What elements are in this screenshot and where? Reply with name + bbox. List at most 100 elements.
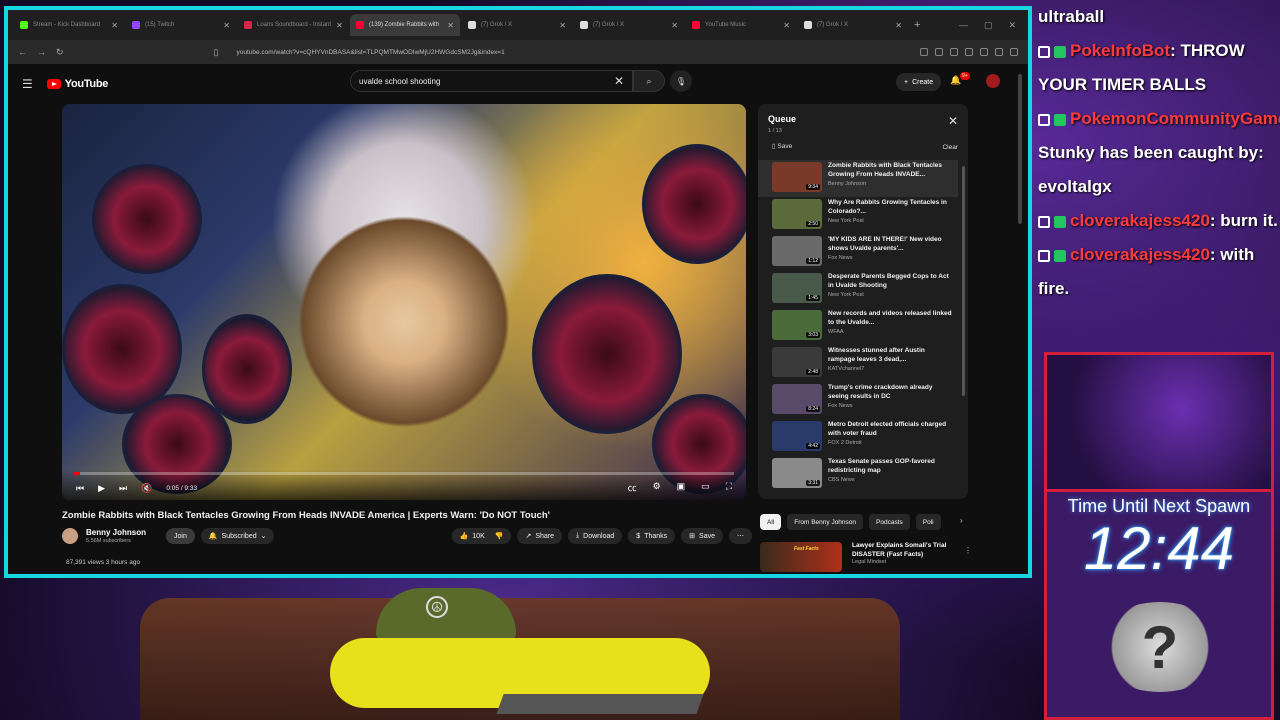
- subscribed-button[interactable]: 🔔 Subscribed ⌄: [200, 528, 275, 544]
- url-field[interactable]: youtube.com/watch?v=cQHYVnDBASA&list=TLP…: [237, 49, 911, 56]
- queue-save-button[interactable]: ▯ Save: [772, 142, 792, 150]
- extension-icon[interactable]: [935, 48, 943, 56]
- queue-item-text: Desperate Parents Begged Cops to Act in …: [828, 273, 952, 298]
- browser-tab[interactable]: (15) Twitch ✕: [126, 14, 236, 36]
- extension-icon[interactable]: [950, 48, 958, 56]
- filter-chip[interactable]: Poli: [915, 514, 941, 530]
- queue-scrollbar[interactable]: [962, 166, 965, 396]
- queue-item[interactable]: 3:31 Texas Senate passes GOP-favored redi…: [758, 456, 958, 493]
- page-scrollbar[interactable]: [1018, 74, 1022, 224]
- extension-icons: [920, 48, 1018, 56]
- browser-tab[interactable]: Loans Soundboard - Instant ✕: [238, 14, 348, 36]
- browser-tab[interactable]: (139) Zombie Rabbits with ✕: [350, 14, 460, 36]
- browser-tab[interactable]: (7) Grok / X ✕: [574, 14, 684, 36]
- search-button[interactable]: ⌕: [633, 70, 665, 92]
- channel-avatar[interactable]: [62, 528, 78, 544]
- related-video[interactable]: Fast Facts Lawyer Explains Somali's Tria…: [760, 542, 962, 572]
- browser-tab[interactable]: YouTube Music ✕: [686, 14, 796, 36]
- video-player[interactable]: ⏮ ▶ ⏭ 🔇 0:05 / 9:33 ㏄ ⚙ ▣ ▭ ⛶: [62, 104, 746, 500]
- chat-message: YOUR TIMER BALLS: [1036, 68, 1280, 102]
- close-queue-icon[interactable]: ✕: [948, 114, 958, 128]
- menu-icon[interactable]: [1010, 48, 1018, 56]
- queue-item-title: Trump's crime crackdown already seeing r…: [828, 384, 933, 400]
- browser-tab[interactable]: (7) Grok / X ✕: [462, 14, 572, 36]
- like-button[interactable]: 👍 10K 👎: [451, 528, 512, 544]
- tab-close-icon[interactable]: ✕: [447, 21, 454, 30]
- extension-icon[interactable]: [995, 48, 1003, 56]
- download-button[interactable]: ⤓ Download: [568, 528, 623, 544]
- tab-close-icon[interactable]: ✕: [895, 21, 902, 30]
- clear-search-icon[interactable]: ✕: [614, 74, 624, 88]
- previous-icon[interactable]: ⏮: [76, 483, 84, 494]
- queue-item[interactable]: 2:48 Witnesses stunned after Austin rampa…: [758, 345, 958, 382]
- settings-gear-icon[interactable]: ⚙: [653, 481, 661, 494]
- search-input[interactable]: uvalde school shooting ✕: [350, 70, 633, 92]
- extension-icon[interactable]: [980, 48, 988, 56]
- next-icon[interactable]: ⏭: [119, 483, 127, 494]
- chat-badge-icon: [1038, 215, 1050, 228]
- thumbs-down-icon[interactable]: 👎: [495, 532, 504, 540]
- thanks-button[interactable]: $ Thanks: [628, 528, 676, 544]
- save-button[interactable]: ⊞ Save: [681, 528, 723, 544]
- tab-close-icon[interactable]: ✕: [336, 21, 343, 30]
- chat-username[interactable]: PokeInfoBot: [1070, 41, 1170, 60]
- forward-icon[interactable]: →: [37, 47, 46, 57]
- share-button[interactable]: ↗ Share: [517, 528, 563, 544]
- bookmark-icon[interactable]: ▯: [214, 47, 219, 58]
- extension-icon[interactable]: [965, 48, 973, 56]
- chat-text: fire.: [1038, 279, 1070, 298]
- fullscreen-icon[interactable]: ⛶: [726, 481, 732, 494]
- maximize-icon[interactable]: ▢: [984, 20, 993, 31]
- queue-item[interactable]: 1:12 'MY KIDS ARE IN THERE!' New video sh…: [758, 234, 958, 271]
- queue-item[interactable]: 1:45 Desperate Parents Begged Cops to Act…: [758, 271, 958, 308]
- chat-username[interactable]: PokemonCommunityGame: [1070, 109, 1280, 128]
- chat-username[interactable]: cloverakajess420: [1070, 211, 1210, 230]
- close-window-icon[interactable]: ✕: [1008, 20, 1016, 31]
- tab-close-icon[interactable]: ✕: [671, 21, 678, 30]
- channel-name[interactable]: Benny Johnson: [86, 528, 146, 537]
- tab-close-icon[interactable]: ✕: [559, 21, 566, 30]
- theater-mode-icon[interactable]: ▭: [701, 481, 710, 494]
- browser-tab[interactable]: Stream - Kick Dashboard ✕: [14, 14, 124, 36]
- chat-username[interactable]: cloverakajess420: [1070, 245, 1210, 264]
- chat-message: PokeInfoBot: THROW: [1036, 34, 1280, 68]
- chip-next-icon[interactable]: ›: [960, 516, 963, 525]
- create-button[interactable]: + Create: [896, 73, 942, 91]
- back-icon[interactable]: ←: [18, 47, 27, 57]
- tab-close-icon[interactable]: ✕: [111, 21, 118, 30]
- queue-item[interactable]: 9:34 Zombie Rabbits with Black Tentacles …: [758, 160, 958, 197]
- queue-clear-button[interactable]: Clear: [942, 144, 958, 151]
- join-button[interactable]: Join: [166, 528, 195, 544]
- tab-close-icon[interactable]: ✕: [223, 21, 230, 30]
- filter-chip[interactable]: All: [760, 514, 782, 530]
- youtube-logo[interactable]: YouTube: [46, 78, 108, 90]
- voice-search-button[interactable]: 🎙: [670, 70, 692, 92]
- filter-chip[interactable]: From Benny Johnson: [787, 514, 864, 530]
- progress-bar[interactable]: [74, 472, 734, 475]
- queue-item-text: 'MY KIDS ARE IN THERE!' New video shows …: [828, 236, 952, 261]
- keyboard: [496, 694, 704, 714]
- browser-tab[interactable]: (7) Grok / X ✕: [798, 14, 908, 36]
- play-icon[interactable]: ▶: [98, 483, 105, 494]
- create-label: Create: [912, 78, 934, 86]
- channel-row: Benny Johnson 5.56M subscribers Join 🔔 Su…: [62, 524, 752, 548]
- reload-icon[interactable]: ↻: [56, 47, 64, 58]
- hamburger-menu-icon[interactable]: ☰: [22, 77, 33, 91]
- queue-item-title: Texas Senate passes GOP-favored redistri…: [828, 458, 935, 474]
- filter-chip[interactable]: Podcasts: [869, 514, 910, 530]
- new-tab-button[interactable]: +: [914, 19, 920, 31]
- queue-item[interactable]: 4:42 Metro Detroit elected officials char…: [758, 419, 958, 456]
- related-more-icon[interactable]: ⋮: [964, 546, 972, 555]
- account-avatar[interactable]: [986, 74, 1000, 88]
- tab-close-icon[interactable]: ✕: [783, 21, 790, 30]
- queue-item[interactable]: 2:50 Why Are Rabbits Growing Tentacles in…: [758, 197, 958, 234]
- extension-icon[interactable]: [920, 48, 928, 56]
- queue-item[interactable]: 3:03 New records and videos released link…: [758, 308, 958, 345]
- minimize-icon[interactable]: —: [959, 20, 968, 31]
- miniplayer-icon[interactable]: ▣: [677, 481, 686, 494]
- captions-icon[interactable]: ㏄: [628, 481, 637, 494]
- download-icon: ⤓: [576, 532, 580, 539]
- more-actions-icon[interactable]: ⋯: [729, 528, 752, 544]
- mute-icon[interactable]: 🔇: [141, 483, 152, 494]
- queue-item[interactable]: 8:24 Trump's crime crackdown already seei…: [758, 382, 958, 419]
